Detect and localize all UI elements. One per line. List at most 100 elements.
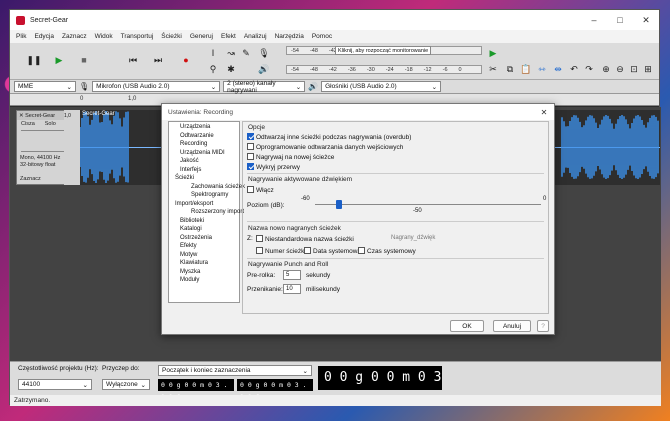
scale-label: 1,0 xyxy=(64,113,71,119)
selection-start-time[interactable]: 0 0 g 0 0 m 0 3 . 1 1 6 s xyxy=(158,379,234,401)
tree-item[interactable]: Motyw xyxy=(169,251,239,260)
paste-icon[interactable]: 📋 xyxy=(518,61,534,77)
select-tool-icon[interactable]: I xyxy=(205,45,221,61)
silence-icon[interactable]: ⇹ xyxy=(550,61,566,77)
tree-item[interactable]: Interfejs xyxy=(169,166,239,175)
meter-tick: -24 xyxy=(385,66,394,73)
divider xyxy=(247,173,544,174)
menu-item[interactable]: Narzędzia xyxy=(275,33,304,40)
tree-item[interactable]: Recording xyxy=(169,140,239,149)
tree-item[interactable]: Jakość xyxy=(169,157,239,166)
undo-icon[interactable]: ↶ xyxy=(566,61,582,77)
multi-tool-icon[interactable]: ✱ xyxy=(223,61,239,77)
checkbox-unchecked-icon xyxy=(256,247,263,254)
audio-host-select[interactable]: MME ⌄ xyxy=(14,81,76,92)
minimize-icon[interactable]: – xyxy=(581,15,607,26)
close-icon[interactable]: ✕ xyxy=(534,108,554,117)
envelope-tool-icon[interactable]: ↝ xyxy=(223,45,239,61)
tree-item[interactable]: Spektrogramy xyxy=(169,191,239,200)
tree-item[interactable]: Rozszerzony import xyxy=(169,208,244,217)
crossfade-input[interactable]: 10 xyxy=(283,284,301,294)
play-icon[interactable]: ▶ xyxy=(51,52,67,68)
track-naming-group-title: Nazwa nowo nagranych ścieżek xyxy=(248,225,341,232)
stop-icon[interactable]: ■ xyxy=(76,52,92,68)
draw-tool-icon[interactable]: ✎ xyxy=(238,45,254,61)
meter-tick: -36 xyxy=(347,66,356,73)
maximize-icon[interactable]: □ xyxy=(607,15,633,26)
tree-item[interactable]: Katalogi xyxy=(169,225,239,234)
selection-end-time[interactable]: 0 0 g 0 0 m 0 3 . 1 1 6 s xyxy=(237,379,313,401)
tree-item[interactable]: Zachowania ścieżek xyxy=(169,183,245,192)
ok-button[interactable]: OK xyxy=(450,320,484,332)
enable-sound-activated-checkbox[interactable]: Włącz xyxy=(247,186,274,194)
playback-meter[interactable]: -54 -48 -42 -36 -30 -24 -18 -12 -6 0 xyxy=(286,65,482,74)
track-select-button[interactable]: Zaznacz xyxy=(20,176,41,182)
detect-dropouts-checkbox[interactable]: Wykryj przerwy xyxy=(247,163,300,171)
start-monitoring-button[interactable]: Kliknij, aby rozpocząć monitorowanie xyxy=(335,46,432,55)
selection-mode-select[interactable]: Początek i koniec zaznaczenia ⌄ xyxy=(158,365,312,376)
clip-label[interactable]: Secret-Gear xyxy=(82,111,115,117)
play-at-speed-icon[interactable]: ▶ xyxy=(485,45,501,61)
playback-device-select[interactable]: Głośniki (USB Audio 2.0) ⌄ xyxy=(321,81,442,92)
menu-item[interactable]: Pomoc xyxy=(312,33,332,40)
custom-name-field[interactable]: Nagrany_dźwięk xyxy=(391,235,435,241)
track-number-checkbox[interactable]: Numer ścieżki xyxy=(256,247,306,255)
menu-item[interactable]: Plik xyxy=(16,33,26,40)
redo-icon[interactable]: ↷ xyxy=(581,61,597,77)
menu-item[interactable]: Zaznacz xyxy=(62,33,87,40)
tree-item[interactable]: Urządzenia xyxy=(169,123,239,132)
help-button[interactable]: ? xyxy=(537,320,549,332)
tree-item[interactable]: Moduły xyxy=(169,276,239,285)
trim-icon[interactable]: ⇿ xyxy=(534,61,550,77)
tree-item[interactable]: Ścieżki xyxy=(169,174,239,183)
menu-item[interactable]: Generuj xyxy=(190,33,213,40)
recording-device-select[interactable]: Mikrofon (USB Audio 2.0) ⌄ xyxy=(92,81,221,92)
snap-select[interactable]: Wyłączone ⌄ xyxy=(102,379,150,390)
overdub-checkbox[interactable]: Odtwarzaj inne ścieżki podczas nagrywani… xyxy=(247,133,411,141)
system-date-checkbox[interactable]: Data systemowa xyxy=(304,247,361,255)
skip-end-icon[interactable]: ⏭ xyxy=(150,52,166,68)
menu-item[interactable]: Analizuj xyxy=(244,33,267,40)
title-bar: Secret-Gear – □ ✕ xyxy=(10,10,659,30)
record-new-track-checkbox[interactable]: Nagrywaj na nowej ścieżce xyxy=(247,153,334,161)
cancel-button[interactable]: Anuluj xyxy=(493,320,531,332)
tree-item[interactable]: Import/eksport xyxy=(169,200,239,209)
software-playthrough-checkbox[interactable]: Oprogramowanie odtwarzania danych wejści… xyxy=(247,143,403,151)
chevron-down-icon: ⌄ xyxy=(295,83,302,91)
menu-item[interactable]: Efekt xyxy=(221,33,236,40)
checkbox-unchecked-icon xyxy=(247,143,254,150)
cut-icon[interactable]: ✂ xyxy=(485,61,501,77)
project-rate-select[interactable]: 44100 ⌄ xyxy=(18,379,92,390)
tree-item[interactable]: Efekty xyxy=(169,242,239,251)
zoom-tool-icon[interactable]: ⚲ xyxy=(205,61,221,77)
tree-item[interactable]: Ostrzeżenia xyxy=(169,234,239,243)
mute-button[interactable]: Cisza xyxy=(21,121,35,127)
copy-icon[interactable]: ⧉ xyxy=(502,61,518,77)
solo-button[interactable]: Solo xyxy=(45,121,56,127)
menu-item[interactable]: Transportuj xyxy=(121,33,154,40)
pause-icon[interactable]: ❚❚ xyxy=(26,52,42,68)
menu-item[interactable]: Widok xyxy=(95,33,113,40)
level-slider-track[interactable] xyxy=(315,204,541,205)
tree-item[interactable]: Urządzenia MIDI xyxy=(169,149,239,158)
custom-name-checkbox[interactable]: Niestandardowa nazwa ścieżki xyxy=(256,235,354,243)
tree-item[interactable]: Odtwarzanie xyxy=(169,132,239,141)
tree-item[interactable]: Myszka xyxy=(169,268,239,277)
detect-dropouts-label: Wykryj przerwy xyxy=(256,164,300,171)
track-close-icon[interactable]: ✕ xyxy=(19,113,24,119)
close-icon[interactable]: ✕ xyxy=(633,15,659,26)
audio-position-time[interactable]: 0 0 g 0 0 m 0 3 s xyxy=(318,366,442,409)
tree-item[interactable]: Klawiatura xyxy=(169,259,239,268)
record-icon[interactable]: ● xyxy=(178,52,194,68)
menu-item[interactable]: Ścieżki xyxy=(161,33,182,40)
tree-item[interactable]: Biblioteki xyxy=(169,217,239,226)
fit-project-icon[interactable]: ⊞ xyxy=(640,61,656,77)
level-slider-thumb[interactable] xyxy=(336,200,342,209)
channels-select[interactable]: 2 (stereo) kanały nagrywani ⌄ xyxy=(223,80,306,94)
skip-start-icon[interactable]: ⏮ xyxy=(125,52,141,68)
menu-item[interactable]: Edycja xyxy=(34,33,54,40)
preroll-input[interactable]: 5 xyxy=(283,270,301,280)
track-name[interactable]: Secret-Gear xyxy=(25,113,55,119)
recording-settings-pane: Opcje Odtwarzaj inne ścieżki podczas nag… xyxy=(242,121,549,314)
system-time-checkbox[interactable]: Czas systemowy xyxy=(358,247,416,255)
